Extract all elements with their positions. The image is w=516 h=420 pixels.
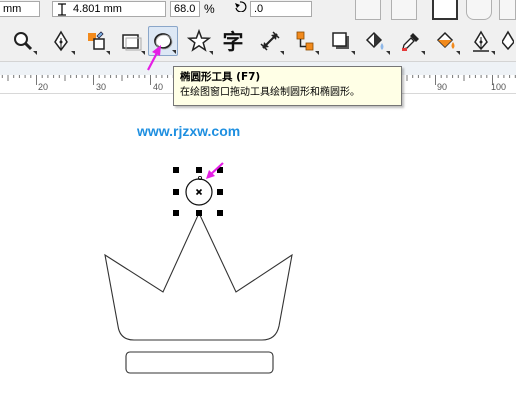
arrow-to-ellipse-tool-icon <box>147 45 161 71</box>
tooltip-description: 在绘图窗口拖动工具绘制圆形和椭圆形。 <box>180 87 360 98</box>
arrow-to-circle-icon <box>206 162 224 179</box>
annotation-overlay <box>147 45 224 179</box>
tool-tooltip: 椭圆形工具 (F7) 在绘图窗口拖动工具绘制圆形和椭圆形。 <box>173 66 402 106</box>
tooltip-title: 椭圆形工具 (F7) <box>180 71 261 83</box>
